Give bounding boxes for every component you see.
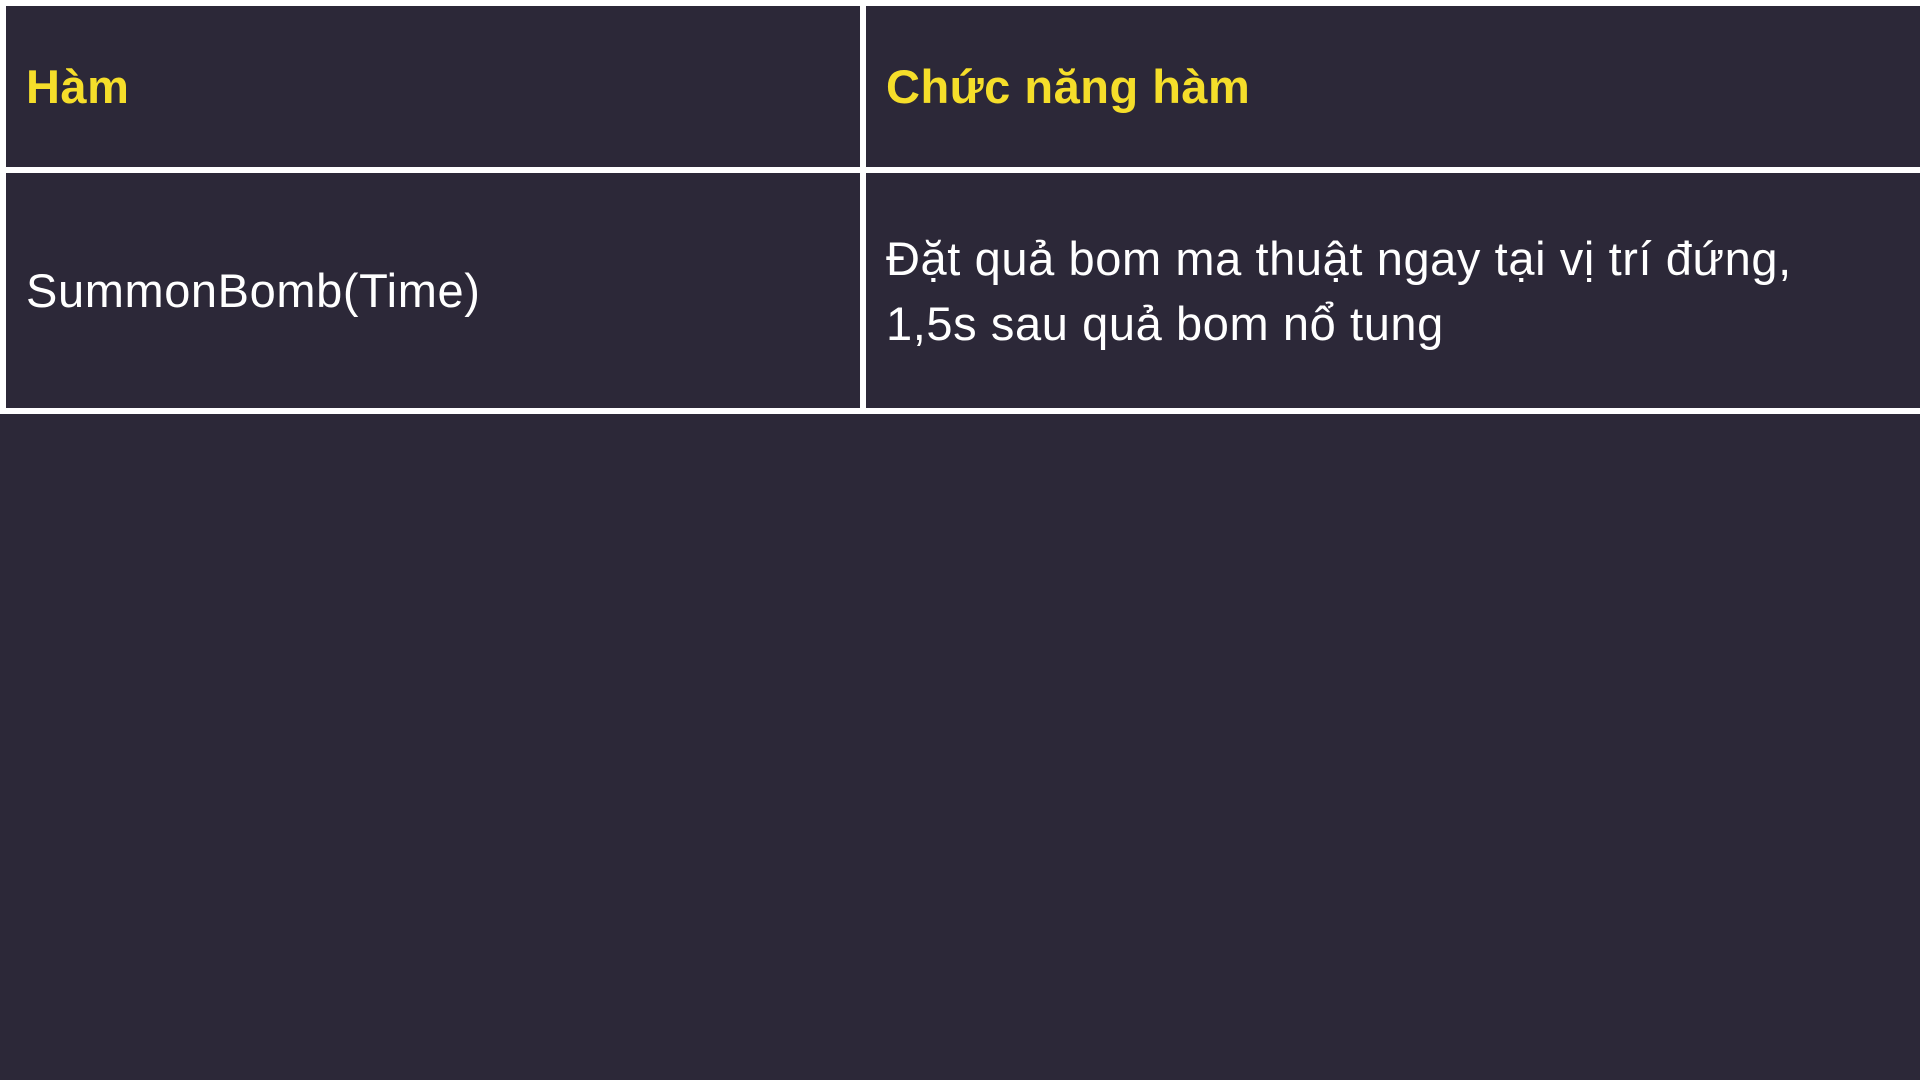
function-name-cell: SummonBomb(Time) [0,167,866,414]
function-description-cell: Đặt quả bom ma thuật ngay tại vị trí đứn… [860,167,1920,414]
description-line-1: Đặt quả bom ma thuật ngay tại vị trí đứn… [886,231,1792,285]
header-function: Hàm [0,0,866,173]
header-description: Chức năng hàm [860,0,1920,173]
function-table: Hàm Chức năng hàm SummonBomb(Time) Đặt q… [0,0,1920,414]
table-header-row: Hàm Chức năng hàm [0,0,1920,173]
table-row: SummonBomb(Time) Đặt quả bom ma thuật ng… [0,167,1920,414]
description-line-2: 1,5s sau quả bom nổ tung [886,296,1444,350]
